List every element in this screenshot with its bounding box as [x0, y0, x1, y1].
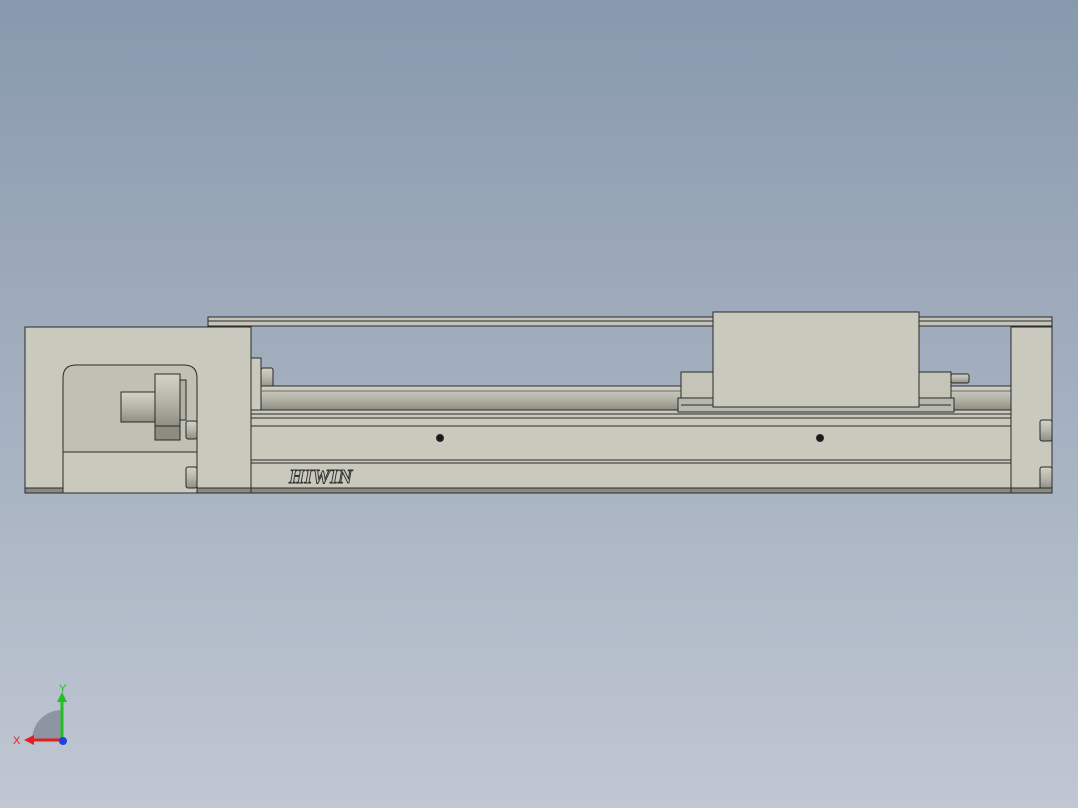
brand-logo: HIWIN [288, 466, 354, 488]
idler-end-block[interactable] [1010, 326, 1053, 494]
y-axis-label: Y [59, 684, 67, 695]
linear-module-model[interactable]: HIWIN [0, 0, 1078, 808]
base-body [250, 409, 1012, 494]
carriage[interactable] [677, 311, 955, 413]
cad-viewport[interactable]: HIWIN Y X [0, 0, 1078, 808]
coordinate-triad[interactable]: Y X [10, 684, 80, 754]
mounting-hole [436, 434, 444, 442]
grease-nipple [950, 373, 970, 384]
x-axis-arrow [24, 735, 34, 745]
triad-plane [32, 710, 62, 740]
top-guide-rail [207, 316, 1053, 327]
z-axis-dot [59, 737, 67, 745]
mounting-hole [816, 434, 824, 442]
x-axis-label: X [13, 735, 21, 747]
